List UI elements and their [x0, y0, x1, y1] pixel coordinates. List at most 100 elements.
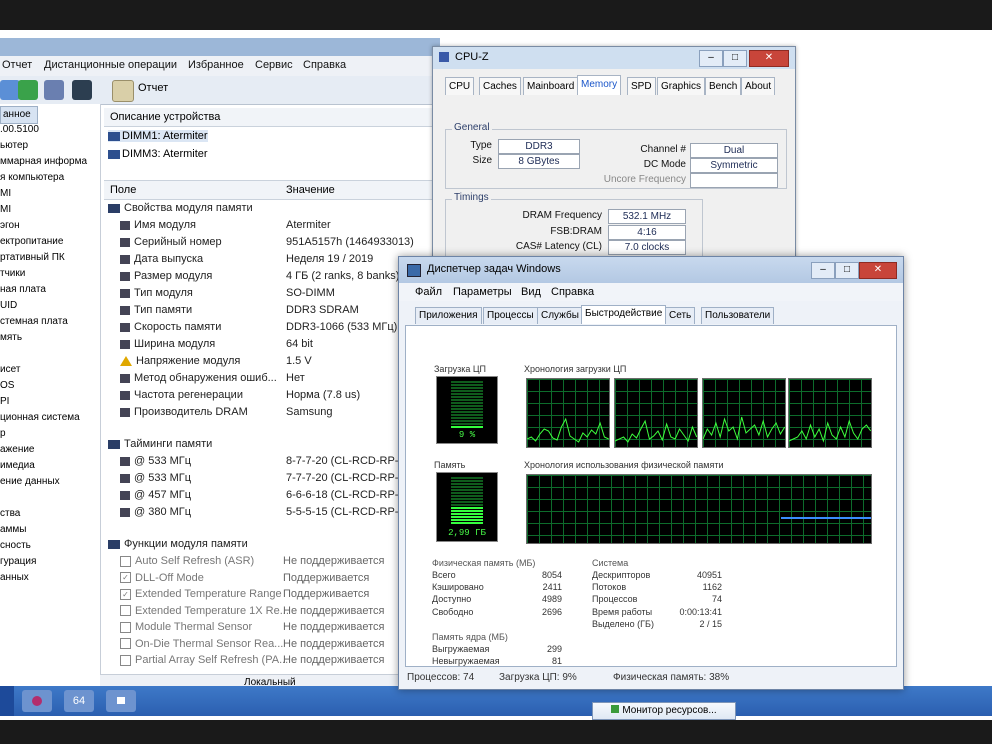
sidebar-item[interactable]: имедиа — [0, 460, 35, 471]
feature-row[interactable]: Auto Self Refresh (ASR) — [120, 555, 254, 567]
sidebar-item[interactable]: эгон — [0, 220, 20, 231]
tm-maximize-button[interactable]: □ — [835, 262, 859, 279]
feature-row[interactable]: ✓ DLL-Off Mode — [120, 572, 204, 584]
tm-menu-options[interactable]: Параметры — [453, 286, 512, 298]
sidebar-item[interactable]: ьютер — [0, 140, 28, 151]
tm-close-button[interactable]: ✕ — [859, 262, 897, 279]
minimize-button[interactable]: – — [699, 50, 723, 67]
property-row[interactable]: Тип памяти — [120, 304, 192, 316]
monitor-icon[interactable] — [72, 80, 92, 100]
property-row[interactable]: Имя модуля — [120, 219, 196, 231]
taskbar-app-cpuz[interactable]: 64 — [64, 690, 94, 712]
sidebar-item[interactable]: .00.5100 — [0, 124, 39, 135]
users-icon[interactable] — [44, 80, 64, 100]
menu-remote[interactable]: Дистанционные операции — [44, 59, 177, 71]
taskbar-app-taskmgr[interactable] — [106, 690, 136, 712]
feature-row[interactable]: On-Die Thermal Sensor Rea... — [120, 638, 283, 650]
sidebar-item[interactable]: ная плата — [0, 284, 46, 295]
property-row[interactable]: Ширина модуля — [120, 338, 215, 350]
recycle-icon[interactable] — [18, 80, 38, 100]
sidebar-item[interactable]: PI — [0, 396, 9, 407]
tab-caches[interactable]: Caches — [479, 77, 521, 95]
tab-about[interactable]: About — [741, 77, 776, 95]
report-button[interactable]: Отчет — [138, 82, 168, 94]
sidebar-item[interactable]: ртативный ПК — [0, 252, 65, 263]
property-row[interactable]: Серийный номер — [120, 236, 222, 248]
property-row[interactable]: Частота регенерации — [120, 389, 243, 401]
property-row[interactable]: Напряжение модуля — [120, 355, 240, 367]
tab-processes[interactable]: Процессы — [483, 307, 538, 324]
sidebar-item[interactable]: ектропитание — [0, 236, 63, 247]
close-button[interactable]: ✕ — [749, 50, 789, 67]
tab-memory[interactable]: Memory — [577, 75, 622, 95]
refresh-icon[interactable] — [0, 80, 20, 100]
property-row[interactable]: Дата выпуска — [120, 253, 203, 265]
tab-services[interactable]: Службы — [537, 307, 583, 324]
sidebar-item[interactable]: я компьютера — [0, 172, 64, 183]
sidebar-item[interactable]: сность — [0, 540, 31, 551]
feature-row[interactable]: Module Thermal Sensor — [120, 621, 252, 633]
sidebar-item[interactable]: ства — [0, 508, 20, 519]
start-button[interactable] — [0, 686, 14, 716]
group-module-features[interactable]: Функции модуля памяти — [108, 538, 248, 550]
sidebar-item[interactable]: UID — [0, 300, 17, 311]
col-field[interactable]: Поле — [110, 184, 136, 196]
sidebar-item[interactable]: аммы — [0, 524, 27, 535]
tab-mainboard[interactable]: Mainboard — [523, 77, 579, 95]
sidebar-item[interactable]: стемная плата — [0, 316, 68, 327]
tab-cpu[interactable]: CPU — [445, 77, 475, 95]
taskbar-app-aida[interactable] — [22, 690, 52, 712]
sidebar-item[interactable]: анных — [0, 572, 29, 583]
sidebar-item[interactable]: тчики — [0, 268, 25, 279]
tab-network[interactable]: Сеть — [665, 307, 696, 324]
feature-row[interactable]: ✓ Extended Temperature Range — [120, 588, 282, 600]
timing-row[interactable]: @ 380 МГц — [120, 506, 191, 518]
timing-row[interactable]: @ 533 МГц — [120, 455, 191, 467]
timing-value: 532.1 MHz — [608, 209, 686, 224]
sidebar-item[interactable]: ажение — [0, 444, 34, 455]
property-row[interactable]: Производитель DRAM — [120, 406, 248, 418]
device-dimm1[interactable]: DIMM1: Atermiter — [108, 130, 208, 142]
sidebar-item[interactable]: гурация — [0, 556, 36, 567]
sidebar-item[interactable]: ение данных — [0, 476, 60, 487]
tab-performance[interactable]: Быстродействие — [581, 305, 667, 324]
sidebar-item[interactable]: ционная система — [0, 412, 80, 423]
feature-row[interactable]: Partial Array Self Refresh (PA... — [120, 654, 288, 666]
feature-row[interactable]: Extended Temperature 1X Re... — [120, 605, 289, 617]
tm-menu-file[interactable]: Файл — [415, 286, 442, 298]
tab-graphics[interactable]: Graphics — [657, 77, 706, 95]
tab-users[interactable]: Пользователи — [701, 307, 775, 324]
tab-bench[interactable]: Bench — [705, 77, 742, 95]
sidebar-item[interactable]: MI — [0, 188, 11, 199]
sidebar-item[interactable]: OS — [0, 380, 14, 391]
menu-service[interactable]: Сервис — [255, 59, 293, 71]
resource-monitor-button[interactable]: Монитор ресурсов... — [592, 702, 736, 720]
timing-row[interactable]: @ 457 МГц — [120, 489, 191, 501]
sidebar-item[interactable]: р — [0, 428, 6, 439]
property-row[interactable]: Тип модуля — [120, 287, 193, 299]
timing-row[interactable]: @ 533 МГц — [120, 472, 191, 484]
report-icon[interactable] — [112, 80, 134, 102]
sidebar-item[interactable]: MI — [0, 204, 11, 215]
menu-report[interactable]: Отчет — [2, 59, 32, 71]
property-row[interactable]: Метод обнаружения ошиб... — [120, 372, 277, 384]
group-module-properties[interactable]: Свойства модуля памяти — [108, 202, 253, 214]
sidebar-item[interactable]: ммарная информа — [0, 156, 87, 167]
menu-favorites[interactable]: Избранное — [188, 59, 244, 71]
maximize-button[interactable]: □ — [723, 50, 747, 67]
sidebar-item[interactable]: мять — [0, 332, 22, 343]
col-value[interactable]: Значение — [286, 184, 335, 196]
property-row[interactable]: Размер модуля — [120, 270, 212, 282]
sidebar-tab-data[interactable]: анное — [0, 106, 38, 124]
menu-help[interactable]: Справка — [303, 59, 346, 71]
tm-menu-view[interactable]: Вид — [521, 286, 541, 298]
tm-menu-help[interactable]: Справка — [551, 286, 594, 298]
memory-history-graph — [526, 474, 872, 544]
tab-spd[interactable]: SPD — [627, 77, 656, 95]
group-memory-timings[interactable]: Тайминги памяти — [108, 438, 212, 450]
tm-minimize-button[interactable]: – — [811, 262, 835, 279]
device-dimm3[interactable]: DIMM3: Atermiter — [108, 148, 208, 160]
sidebar-item[interactable]: исет — [0, 364, 20, 375]
property-row[interactable]: Скорость памяти — [120, 321, 221, 333]
tab-applications[interactable]: Приложения — [415, 307, 482, 324]
